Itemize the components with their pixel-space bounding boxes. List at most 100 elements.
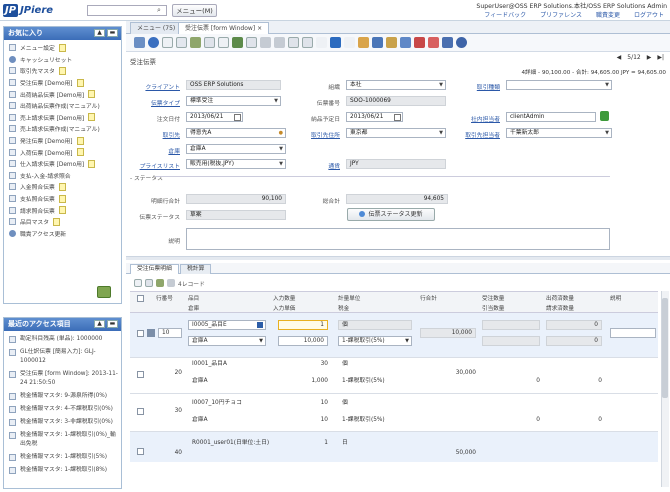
last-record-icon[interactable]: ▶|: [657, 54, 664, 61]
sales-rep-field[interactable]: clientAdmin: [506, 112, 596, 122]
delete-icon[interactable]: [204, 37, 215, 48]
minimize-icon[interactable]: ▬: [107, 29, 118, 37]
grid-toggle-icon[interactable]: [190, 37, 201, 48]
print-icon[interactable]: [372, 37, 383, 48]
currency-label[interactable]: 通貨: [290, 161, 340, 170]
doc-type-label[interactable]: 伝票タイプ: [130, 98, 180, 107]
info-icon[interactable]: [148, 37, 159, 48]
search-record-icon[interactable]: [257, 322, 263, 328]
new-record-icon[interactable]: [162, 37, 173, 48]
note-icon[interactable]: [88, 159, 96, 168]
note-icon[interactable]: [58, 66, 66, 75]
detail-record-icon[interactable]: [330, 37, 341, 48]
edit-line-icon[interactable]: [145, 279, 153, 287]
favorite-item[interactable]: 受注伝票 [Demo用]: [4, 77, 121, 89]
row-checkbox[interactable]: [137, 408, 144, 415]
recent-item[interactable]: GL仕訳伝票 [簡易入力]: GLJ-1000012: [4, 348, 121, 366]
row-checkbox[interactable]: [137, 330, 144, 337]
note-icon[interactable]: [58, 206, 66, 215]
bp-location-select[interactable]: 東京都 ▼: [346, 128, 446, 138]
customize-icon[interactable]: [456, 37, 467, 48]
recent-item[interactable]: 税金情報マスタ: 1-課税取引(8%): [4, 466, 121, 475]
recent-item[interactable]: 税金情報マスタ: 3-非課税取引(0%): [4, 418, 121, 427]
favorite-item[interactable]: 売上請求伝票作成(マニュアル): [4, 123, 121, 135]
note-icon[interactable]: [76, 136, 84, 145]
table-row[interactable]: 40 R0001_user01(日単位:土日) 1 日 50,000: [130, 432, 658, 462]
chevron-down-icon[interactable]: ▼: [405, 337, 409, 345]
new-line-icon[interactable]: [134, 279, 142, 287]
menu-search-input[interactable]: [87, 5, 167, 16]
history-icon[interactable]: [288, 37, 299, 48]
next-record-icon[interactable]: ▶: [647, 54, 652, 61]
tab-menu[interactable]: メニュー (75): [130, 22, 183, 34]
recent-item[interactable]: 受注伝票 [form Window]: 2013-11-24 21:50:50: [4, 370, 121, 388]
zoom-across-icon[interactable]: [400, 37, 411, 48]
note-icon[interactable]: [88, 113, 96, 122]
collapse-icon[interactable]: ▲: [94, 320, 105, 328]
bpartner-field[interactable]: 得意先A ●: [186, 128, 286, 138]
status-section-toggle[interactable]: - ステータス: [130, 173, 163, 182]
description-input[interactable]: [610, 328, 656, 338]
favorite-item[interactable]: 請求照合伝票: [4, 204, 121, 216]
calendar-icon[interactable]: [234, 114, 241, 121]
close-icon[interactable]: ×: [257, 25, 262, 32]
table-row[interactable]: 20 I0001_品目A 倉庫A 30 1,000 個 1-課税取引(5%) 3…: [130, 358, 658, 394]
description-textarea[interactable]: [186, 228, 610, 250]
chevron-down-icon[interactable]: ▼: [439, 129, 443, 137]
grid-toggle-icon[interactable]: [156, 279, 164, 287]
recent-item[interactable]: 税金情報マスタ: 9-源泉所得(0%): [4, 392, 121, 401]
note-icon[interactable]: [88, 90, 96, 99]
collapse-icon[interactable]: ▲: [94, 29, 105, 37]
bpartner-label[interactable]: 取引先: [130, 130, 180, 139]
recent-item[interactable]: 税金情報マスタ: 1-課税取引(0%)_輸出免税: [4, 431, 121, 449]
chevron-down-icon[interactable]: ▼: [605, 129, 609, 137]
bp-contact-select[interactable]: 千葉新太郎 ▼: [506, 128, 612, 138]
parent-record-icon[interactable]: [316, 37, 327, 48]
date-promised-field[interactable]: 2013/06/21: [346, 112, 403, 122]
favorite-item[interactable]: 職責アクセス更新: [4, 228, 121, 240]
search-record-icon[interactable]: [600, 111, 609, 121]
chevron-down-icon[interactable]: ▼: [439, 81, 443, 89]
note-icon[interactable]: [53, 217, 60, 226]
doc-status-update-button[interactable]: 伝票ステータス更新: [347, 208, 435, 221]
recent-item[interactable]: 税金情報マスタ: 1-課税取引(5%): [4, 453, 121, 462]
pricelist-label[interactable]: プライスリスト: [130, 161, 180, 170]
attachment-icon[interactable]: [260, 37, 271, 48]
sales-rep-label[interactable]: 社内担当者: [448, 114, 500, 123]
warehouse-label[interactable]: 倉庫: [130, 146, 180, 155]
product-input[interactable]: I0005_品目E: [188, 320, 266, 330]
favorite-item[interactable]: メニュー設定: [4, 42, 121, 54]
chevron-down-icon[interactable]: ▼: [279, 160, 283, 168]
help-icon[interactable]: [134, 37, 145, 48]
report-icon[interactable]: [358, 37, 369, 48]
favorite-item[interactable]: 発注伝票 [Demo用]: [4, 135, 121, 147]
favorite-item[interactable]: 売上請求伝票 [Demo用]: [4, 112, 121, 124]
tab-order-tax[interactable]: 税計算: [180, 264, 212, 274]
warehouse-select[interactable]: 倉庫A ▼: [186, 144, 286, 154]
date-ordered-field[interactable]: 2013/06/21: [186, 112, 243, 122]
favorite-item[interactable]: 支払照合伝票: [4, 193, 121, 205]
chevron-down-icon[interactable]: ▼: [605, 81, 609, 89]
preferences-link[interactable]: プリファレンス: [540, 10, 582, 19]
favorite-item[interactable]: 仕入請求伝票 [Demo用]: [4, 158, 121, 170]
bp-location-label[interactable]: 取引先住所: [290, 130, 340, 139]
favorite-item[interactable]: 出荷納品伝票 [Demo用]: [4, 88, 121, 100]
copy-icon[interactable]: [176, 37, 187, 48]
chevron-down-icon[interactable]: ▼: [274, 97, 278, 105]
change-role-link[interactable]: 職責変更: [596, 10, 620, 19]
save-icon[interactable]: [218, 37, 229, 48]
pricelist-select[interactable]: 販売用(税抜,JPY) ▼: [186, 159, 286, 169]
feedback-link[interactable]: フィードバック: [484, 10, 526, 19]
favorite-item[interactable]: 支払-入金-請求照合: [4, 170, 121, 182]
archive-icon[interactable]: [302, 37, 313, 48]
row-editor-icon[interactable]: [147, 329, 155, 337]
row-checkbox[interactable]: [137, 448, 144, 455]
request-icon[interactable]: [428, 37, 439, 48]
chevron-down-icon[interactable]: ▼: [279, 145, 283, 153]
lock-icon[interactable]: [386, 37, 397, 48]
delete-line-icon[interactable]: [167, 279, 175, 287]
favorite-item[interactable]: 入荷伝票 [Demo用]: [4, 146, 121, 158]
org-select[interactable]: 本社 ▼: [346, 80, 446, 90]
chat-icon[interactable]: [274, 37, 285, 48]
favorite-item[interactable]: キャッシュリセット: [4, 54, 121, 66]
